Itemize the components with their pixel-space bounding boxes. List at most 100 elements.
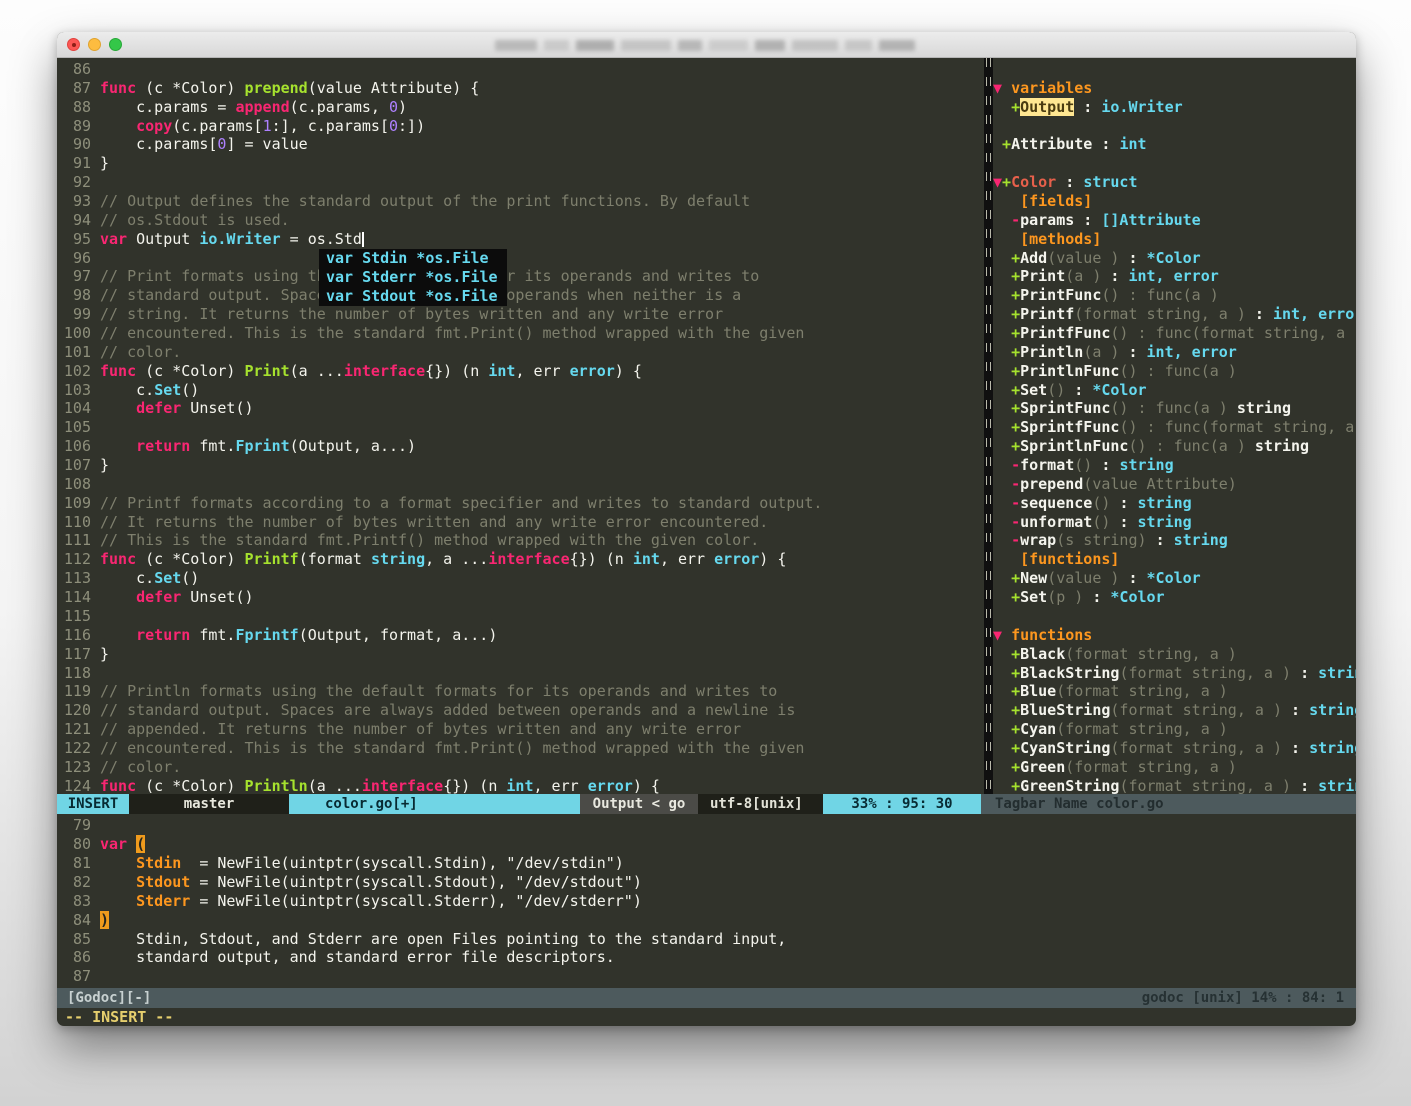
code-line[interactable]: 96 [57, 249, 984, 268]
tagbar-item[interactable]: +PrintFunc() : func(a ) [993, 286, 1356, 305]
code-line[interactable]: 111// This is the standard fmt.Printf() … [57, 531, 984, 550]
godoc-line[interactable]: 83 Stderr = NewFile(uintptr(syscall.Stde… [57, 892, 1356, 911]
godoc-line[interactable]: 86 standard output, and standard error f… [57, 948, 1356, 967]
code-line[interactable]: 117} [57, 645, 984, 664]
code-line[interactable]: 110// It returns the number of bytes wri… [57, 513, 984, 532]
code-line[interactable]: 99// string. It returns the number of by… [57, 305, 984, 324]
tagbar-item[interactable]: +Printf(format string, a ) : int, error [993, 305, 1356, 324]
token-t [993, 192, 1020, 210]
godoc-line[interactable]: 79 [57, 816, 1356, 835]
code-line[interactable]: 89 copy(c.params[1:], c.params[0:]) [57, 117, 984, 136]
tagbar-item[interactable]: +SprintfFunc() : func(format string, a )… [993, 418, 1356, 437]
tagbar-item[interactable]: +Cyan(format string, a ) [993, 720, 1356, 739]
tagbar-item[interactable]: +New(value ) : *Color [993, 569, 1356, 588]
code-line[interactable]: 107} [57, 456, 984, 475]
code-line[interactable]: 87func (c *Color) prepend(value Attribut… [57, 79, 984, 98]
code-line[interactable]: 97// Print formats using the default for… [57, 267, 984, 286]
code-line[interactable]: 112func (c *Color) Printf(format string,… [57, 550, 984, 569]
code-line[interactable]: 103 c.Set() [57, 381, 984, 400]
tagbar-item[interactable]: -format() : string [993, 456, 1356, 475]
tagbar-item[interactable]: +Output : io.Writer [993, 98, 1356, 117]
code-line[interactable]: 102func (c *Color) Print(a ...interface{… [57, 362, 984, 381]
tagbar-item[interactable]: -sequence() : string [993, 494, 1356, 513]
tagbar-item[interactable]: [fields] [993, 192, 1356, 211]
tagbar-item[interactable]: +SprintlnFunc() : func(a ) string [993, 437, 1356, 456]
code-line[interactable]: 115 [57, 607, 984, 626]
tagbar-item[interactable]: ▼ functions [993, 626, 1356, 645]
tagbar-item[interactable]: +Set() : *Color [993, 381, 1356, 400]
code-line[interactable]: 91} [57, 154, 984, 173]
tagbar-item[interactable] [993, 154, 1356, 173]
tagbar-item[interactable] [993, 607, 1356, 626]
code-line[interactable]: 100// encountered. This is the standard … [57, 324, 984, 343]
close-button[interactable] [67, 38, 80, 51]
pane-separator[interactable] [984, 58, 993, 794]
code-line[interactable]: 93// Output defines the standard output … [57, 192, 984, 211]
tagbar-item[interactable]: [functions] [993, 550, 1356, 569]
code-line[interactable]: 105 [57, 418, 984, 437]
godoc-line[interactable]: 81 Stdin = NewFile(uintptr(syscall.Stdin… [57, 854, 1356, 873]
code-line[interactable]: 94// os.Stdout is used. [57, 211, 984, 230]
tagbar-item[interactable]: +BlueString(format string, a ) : string [993, 701, 1356, 720]
code-line[interactable]: 118 [57, 664, 984, 683]
godoc-line[interactable]: 87 [57, 967, 1356, 986]
tagbar-item[interactable] [993, 60, 1356, 79]
code-line[interactable]: 113 c.Set() [57, 569, 984, 588]
godoc-line[interactable]: 84) [57, 911, 1356, 930]
tagbar-item[interactable]: +SprintFunc() : func(a ) string [993, 399, 1356, 418]
tagbar-item[interactable]: +Print(a ) : int, error [993, 267, 1356, 286]
godoc-line[interactable]: 85 Stdin, Stdout, and Stderr are open Fi… [57, 930, 1356, 949]
token-fn: Println [245, 777, 308, 795]
tagbar-item[interactable]: +BlackString(format string, a ) : string [993, 664, 1356, 683]
tagbar-item[interactable] [993, 117, 1356, 136]
minimize-button[interactable] [88, 38, 101, 51]
godoc-line[interactable]: 80var ( [57, 835, 1356, 854]
code-line[interactable]: 121// appended. It returns the number of… [57, 720, 984, 739]
code-line[interactable]: 109// Printf formats according to a form… [57, 494, 984, 513]
tagbar-item[interactable]: +Println(a ) : int, error [993, 343, 1356, 362]
tagbar-item[interactable]: -unformat() : string [993, 513, 1356, 532]
tagbar-item[interactable]: -wrap(s string) : string [993, 531, 1356, 550]
completion-item[interactable]: var Stdout *os.File [319, 287, 507, 306]
tagbar-item[interactable]: +Add(value ) : *Color [993, 249, 1356, 268]
zoom-button[interactable] [109, 38, 122, 51]
godoc-line[interactable]: 82 Stdout = NewFile(uintptr(syscall.Stdo… [57, 873, 1356, 892]
tagbar-item[interactable]: +Black(format string, a ) [993, 645, 1356, 664]
completion-item[interactable]: var Stdin *os.File [319, 249, 507, 268]
code-line[interactable]: 92 [57, 173, 984, 192]
code-line[interactable]: 114 defer Unset() [57, 588, 984, 607]
tagbar-item[interactable]: +Blue(format string, a ) [993, 682, 1356, 701]
tagbar-item[interactable]: +PrintfFunc() : func(format string, a ) [993, 324, 1356, 343]
completion-item[interactable]: var Stderr *os.File [319, 268, 507, 287]
code-line[interactable]: 124func (c *Color) Println(a ...interfac… [57, 777, 984, 795]
tagbar-item[interactable]: +Attribute : int [993, 135, 1356, 154]
code-line[interactable]: 88 c.params = append(c.params, 0) [57, 98, 984, 117]
code-line[interactable]: 122// encountered. This is the standard … [57, 739, 984, 758]
code-line[interactable]: 86 [57, 60, 984, 79]
tagbar-item[interactable]: -prepend(value Attribute) [993, 475, 1356, 494]
text-cursor [362, 232, 364, 247]
code-line[interactable]: 90 c.params[0] = value [57, 135, 984, 154]
godoc-pane[interactable]: 7980var (81 Stdin = NewFile(uintptr(sysc… [57, 814, 1356, 988]
tagbar-item[interactable]: ▼+Color : struct [993, 173, 1356, 192]
tagbar-item[interactable]: +CyanString(format string, a ) : string [993, 739, 1356, 758]
code-line[interactable]: 123// color. [57, 758, 984, 777]
tagbar-item[interactable]: +GreenString(format string, a ) : string [993, 777, 1356, 795]
code-line[interactable]: 98// standard output. Spaces are added b… [57, 286, 984, 305]
code-line[interactable]: 119// Println formats using the default … [57, 682, 984, 701]
code-line[interactable]: 106 return fmt.Fprint(Output, a...) [57, 437, 984, 456]
editor-pane[interactable]: 8687func (c *Color) prepend(value Attrib… [57, 58, 984, 794]
code-line[interactable]: 101// color. [57, 343, 984, 362]
tagbar-item[interactable]: +PrintlnFunc() : func(a ) [993, 362, 1356, 381]
tagbar-item[interactable]: ▼ variables [993, 79, 1356, 98]
code-line[interactable]: 108 [57, 475, 984, 494]
tagbar-item[interactable]: +Set(p ) : *Color [993, 588, 1356, 607]
tagbar-item[interactable]: [methods] [993, 230, 1356, 249]
code-line[interactable]: 120// standard output. Spaces are always… [57, 701, 984, 720]
tagbar-item[interactable]: +Green(format string, a ) [993, 758, 1356, 777]
code-line[interactable]: 104 defer Unset() [57, 399, 984, 418]
code-line[interactable]: 95var Output io.Writer = os.Std [57, 230, 984, 249]
code-line[interactable]: 116 return fmt.Fprintf(Output, format, a… [57, 626, 984, 645]
tagbar-item[interactable]: -params : []Attribute [993, 211, 1356, 230]
tagbar-pane[interactable]: ▼ variables +Output : io.Writer +Attribu… [993, 58, 1356, 794]
